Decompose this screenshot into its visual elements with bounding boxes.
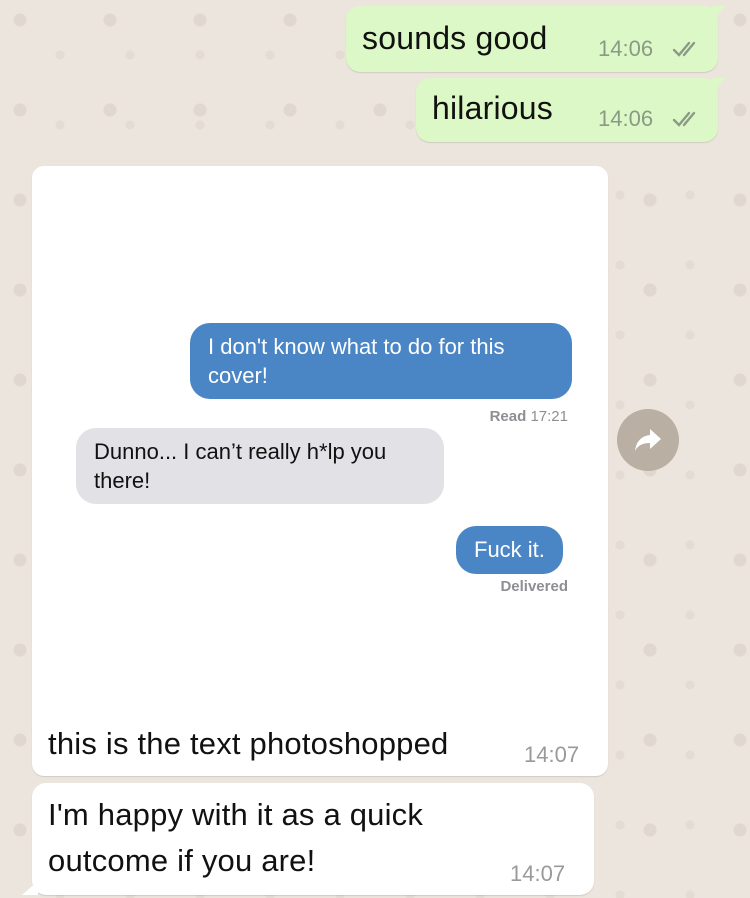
message-sent-hilarious[interactable]: hilarious 14:06	[416, 78, 726, 142]
message-text: hilarious	[432, 90, 553, 126]
message-time: 14:07	[524, 742, 580, 767]
imessage-text-line: I don't know what to do for this	[208, 334, 505, 359]
message-time: 14:07	[510, 861, 566, 886]
double-check-icon	[672, 41, 696, 57]
imessage-sent-bubble: Fuck it.	[456, 526, 563, 574]
imessage-sent-bubble: I don't know what to do for this cover!	[190, 323, 572, 399]
forward-arrow-icon	[635, 429, 661, 451]
message-text: sounds good	[362, 20, 548, 56]
read-label: Read	[489, 408, 527, 425]
attached-image[interactable]: I don't know what to do for this cover! …	[36, 170, 604, 710]
message-text-line: I'm happy with it as a quick	[48, 797, 424, 832]
message-sent-sounds-good[interactable]: sounds good 14:06	[346, 6, 726, 72]
message-time: 14:06	[598, 36, 654, 61]
imessage-read-receipt: Read 17:21	[490, 408, 568, 425]
message-received-happy[interactable]: I'm happy with it as a quick outcome if …	[22, 783, 594, 895]
message-text-line: outcome if you are!	[48, 843, 316, 878]
image-caption: this is the text photoshopped	[48, 726, 449, 761]
imessage-received-bubble: Dunno... I can’t really h*lp you there!	[76, 428, 444, 504]
imessage-text-line: Dunno... I can’t really h*lp you	[94, 439, 387, 464]
message-received-image[interactable]: I don't know what to do for this cover! …	[32, 166, 608, 776]
double-check-icon	[672, 111, 696, 127]
forward-button[interactable]	[617, 409, 679, 471]
imessage-text-line: cover!	[208, 363, 268, 388]
imessage-text-line: there!	[94, 468, 151, 493]
imessage-delivered-label: Delivered	[500, 578, 568, 595]
read-time: 17:21	[530, 408, 568, 425]
message-time: 14:06	[598, 106, 654, 131]
